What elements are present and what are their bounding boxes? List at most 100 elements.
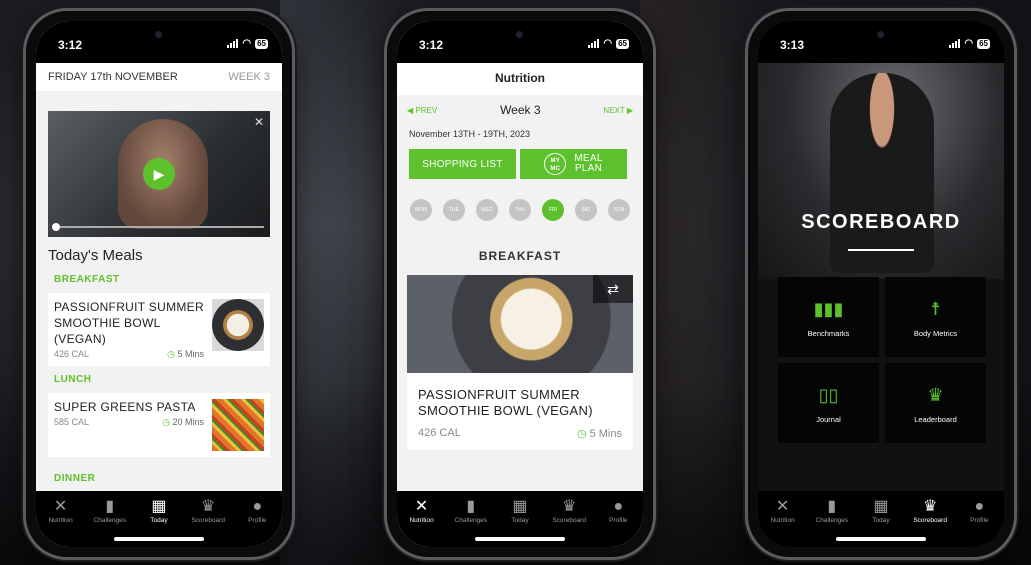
meal-time: ◷ 5 Mins bbox=[167, 349, 204, 360]
signal-icon bbox=[227, 39, 239, 48]
scoreboard-content[interactable]: SCOREBOARD ▮▮▮ Benchmarks ☨ Body Metrics ▯… bbox=[758, 63, 1004, 491]
tile-body-metrics[interactable]: ☨ Body Metrics bbox=[885, 277, 986, 357]
tile-benchmarks[interactable]: ▮▮▮ Benchmarks bbox=[778, 277, 879, 357]
day-mon[interactable]: MON bbox=[410, 199, 432, 221]
body-icon: ☨ bbox=[930, 298, 941, 319]
bar-chart-icon: ▮ bbox=[105, 498, 115, 515]
tab-label: Nutrition bbox=[409, 517, 434, 524]
today-content[interactable]: FRIDAY 17th NOVEMBER WEEK 3 ▶ ✕ Today's … bbox=[36, 63, 282, 491]
meal-time: ◷ 5 Mins bbox=[577, 427, 622, 440]
date-bar: FRIDAY 17th NOVEMBER WEEK 3 bbox=[36, 63, 282, 91]
day-tue[interactable]: TUE bbox=[443, 199, 465, 221]
tab-nutrition[interactable]: ✕ Nutrition bbox=[37, 497, 85, 547]
trophy-icon: ♛ bbox=[922, 498, 938, 515]
tile-label: Leaderboard bbox=[914, 414, 957, 424]
fork-knife-icon: ✕ bbox=[53, 498, 68, 515]
tab-profile[interactable]: ● Profile bbox=[594, 497, 642, 547]
day-thu[interactable]: THU bbox=[509, 199, 531, 221]
meal-time-value: 5 Mins bbox=[589, 428, 622, 440]
meal-section-breakfast: BREAKFAST bbox=[54, 274, 120, 285]
calendar-icon: ▦ bbox=[151, 498, 167, 515]
phone-today: 3:12 ◠ 65 FRIDAY 17th NOVEMBER WEEK 3 ▶ … bbox=[23, 8, 295, 560]
battery-icon: 65 bbox=[616, 38, 629, 49]
prev-label: PREV bbox=[415, 105, 438, 115]
status-time: 3:13 bbox=[780, 38, 805, 52]
fork-knife-icon: ✕ bbox=[775, 498, 790, 515]
page-title: SCOREBOARD bbox=[801, 211, 961, 233]
day-wed[interactable]: WED bbox=[476, 199, 498, 221]
timer-icon: ◷ bbox=[167, 349, 178, 359]
home-indicator[interactable] bbox=[475, 537, 565, 541]
tab-profile[interactable]: ● Profile bbox=[233, 497, 281, 547]
mymc-logo-icon: MY MC bbox=[544, 153, 567, 175]
video-player[interactable]: ▶ ✕ bbox=[48, 111, 270, 237]
tab-label: Today bbox=[872, 517, 890, 524]
timer-icon: ◷ bbox=[576, 428, 590, 440]
day-sun[interactable]: SUN bbox=[608, 199, 630, 221]
video-progress-track[interactable] bbox=[54, 226, 264, 228]
action-buttons: SHOPPING LIST MY MC MEAL PLAN bbox=[397, 143, 643, 185]
meal-meta: 426 CAL ◷ 5 Mins bbox=[418, 427, 622, 440]
prev-week-button[interactable]: ◀ PREV bbox=[407, 106, 437, 115]
chevron-right-icon: ▶ bbox=[624, 105, 633, 115]
day-fri[interactable]: FRI bbox=[542, 199, 564, 221]
play-icon[interactable]: ▶ bbox=[143, 158, 175, 190]
tab-profile[interactable]: ● Profile bbox=[955, 497, 1003, 547]
tab-label: Challenges bbox=[93, 517, 127, 524]
day-sat[interactable]: SAT bbox=[575, 199, 597, 221]
scoreboard-grid: ▮▮▮ Benchmarks ☨ Body Metrics ▯▯ Journal ♛ L… bbox=[778, 277, 988, 443]
battery-icon: 65 bbox=[977, 38, 990, 49]
next-week-button[interactable]: NEXT ▶ bbox=[603, 106, 633, 115]
status-icons: ◠ 65 bbox=[949, 38, 990, 49]
meal-title: PASSIONFRUIT SUMMER SMOOTHIE BOWL (VEGAN… bbox=[418, 387, 593, 418]
meal-card[interactable]: PASSIONFRUIT SUMMER SMOOTHIE BOWL (VEGAN… bbox=[407, 373, 633, 450]
trophy-icon: ♛ bbox=[200, 498, 216, 515]
meal-image[interactable]: ⇄ bbox=[407, 275, 633, 373]
tile-label: Journal bbox=[816, 414, 841, 424]
screen: 3:12 ◠ 65 FRIDAY 17th NOVEMBER WEEK 3 ▶ … bbox=[36, 21, 282, 547]
nutrition-content[interactable]: Nutrition ◀ PREV Week 3 NEXT ▶ November … bbox=[397, 63, 643, 491]
meal-plan-button[interactable]: MY MC MEAL PLAN bbox=[520, 149, 627, 179]
phone-nutrition: 3:12 ◠ 65 Nutrition ◀ PREV Week 3 NEXT ▶… bbox=[384, 8, 656, 560]
tile-leaderboard[interactable]: ♛ Leaderboard bbox=[885, 363, 986, 443]
screen: 3:13 ◠ 65 SCOREBOARD ▮▮▮ Benchmarks ☨ Body… bbox=[758, 21, 1004, 547]
status-icons: ◠ 65 bbox=[227, 38, 268, 49]
status-time: 3:12 bbox=[58, 38, 83, 52]
tab-nutrition[interactable]: ✕ Nutrition bbox=[398, 497, 446, 547]
tile-journal[interactable]: ▯▯ Journal bbox=[778, 363, 879, 443]
tab-label: Today bbox=[511, 517, 529, 524]
status-icons: ◠ 65 bbox=[588, 38, 629, 49]
bar-chart-icon: ▮ bbox=[827, 498, 837, 515]
hero-image bbox=[758, 63, 1004, 279]
meal-time-value: 20 Mins bbox=[172, 417, 204, 427]
signal-icon bbox=[949, 39, 961, 48]
tab-label: Profile bbox=[609, 517, 628, 524]
tile-label: Body Metrics bbox=[913, 328, 958, 338]
meal-calories: 585 CAL bbox=[54, 417, 90, 427]
meal-card-lunch[interactable]: SUPER GREENS PASTA 585 CAL ◷ 20 Mins bbox=[48, 393, 270, 457]
bar-chart-icon: ▮ bbox=[466, 498, 476, 515]
week-title: Week 3 bbox=[500, 103, 541, 117]
tab-label: Challenges bbox=[815, 517, 849, 524]
week-navigator: ◀ PREV Week 3 NEXT ▶ bbox=[397, 95, 643, 125]
meal-card-body: SUPER GREENS PASTA 585 CAL ◷ 20 Mins bbox=[54, 399, 204, 451]
camera-dot bbox=[877, 31, 884, 38]
person-icon: ● bbox=[613, 498, 624, 515]
tab-label: Scoreboard bbox=[913, 517, 947, 524]
tab-nutrition[interactable]: ✕ Nutrition bbox=[759, 497, 807, 547]
tab-label: Nutrition bbox=[770, 517, 795, 524]
day-selector: MON TUE WED THU FRI SAT SUN bbox=[397, 185, 643, 235]
athlete-photo bbox=[830, 73, 934, 273]
trophy-icon: ♛ bbox=[561, 498, 577, 515]
video-progress-knob[interactable] bbox=[52, 223, 60, 231]
shopping-list-button[interactable]: SHOPPING LIST bbox=[409, 149, 516, 179]
meal-card-breakfast[interactable]: PASSIONFRUIT SUMMER SMOOTHIE BOWL (VEGAN… bbox=[48, 293, 270, 366]
wifi-icon: ◠ bbox=[964, 38, 974, 49]
title-underline bbox=[848, 249, 914, 251]
meal-meta: 426 CAL ◷ 5 Mins bbox=[54, 349, 204, 360]
close-icon[interactable]: ✕ bbox=[254, 115, 264, 129]
calendar-icon: ▦ bbox=[873, 498, 889, 515]
home-indicator[interactable] bbox=[114, 537, 204, 541]
home-indicator[interactable] bbox=[836, 537, 926, 541]
swap-icon[interactable]: ⇄ bbox=[593, 275, 633, 303]
